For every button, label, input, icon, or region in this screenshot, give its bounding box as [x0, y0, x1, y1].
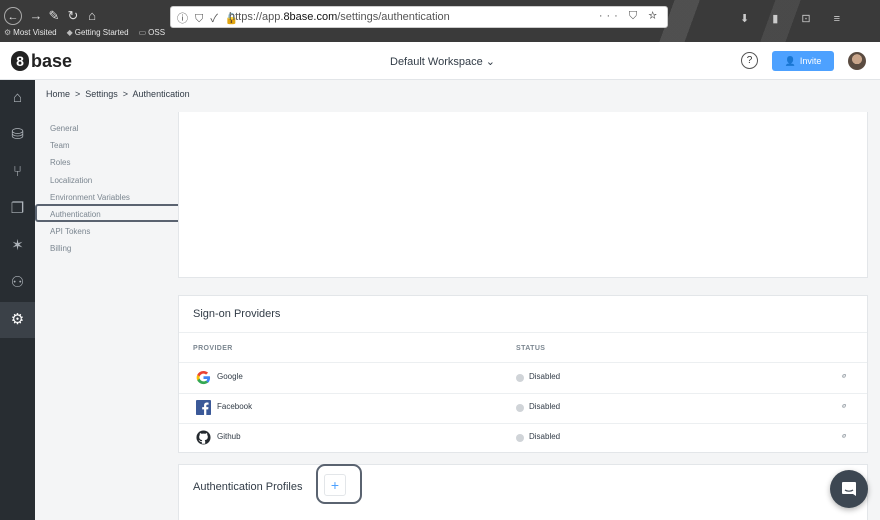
- edit-pencil-icon[interactable]: ✏: [840, 401, 851, 412]
- profiles-title: Authentication Profiles: [193, 481, 303, 493]
- provider-name: Google: [217, 372, 243, 381]
- extension-icons[interactable]: ⬇ ▮ ⊡ ≡: [740, 12, 850, 25]
- authentication-highlight: [35, 204, 183, 222]
- url-bar[interactable]: ⓘ ⛉ ✓ 🔒 https://app.8base.com/settings/a…: [170, 6, 668, 28]
- avatar[interactable]: [848, 52, 866, 70]
- facebook-icon: [196, 400, 211, 415]
- settings-item-roles[interactable]: Roles: [50, 158, 70, 167]
- tools-icon[interactable]: ✎: [45, 7, 63, 25]
- nav-home-icon[interactable]: ⌂: [0, 80, 35, 116]
- workspace-selector[interactable]: Default Workspace ⌄: [390, 55, 495, 68]
- invite-button[interactable]: 👤 Invite: [772, 51, 834, 71]
- settings-item-team[interactable]: Team: [50, 141, 70, 150]
- add-button-highlight: [316, 464, 362, 504]
- nav-environments-icon[interactable]: ❐: [0, 191, 35, 227]
- nav-settings-icon[interactable]: ⚙: [0, 302, 35, 338]
- auth-settings-card: [178, 112, 868, 278]
- app-header: 8 base Default Workspace ⌄ ? 👤 Invite: [0, 42, 880, 80]
- browser-toolbar: ← → ✎ ↻ ⌂ ⓘ ⛉ ✓ 🔒 https://app.8base.com/…: [0, 0, 880, 42]
- google-icon: [196, 370, 211, 385]
- settings-item-localization[interactable]: Localization: [50, 176, 92, 185]
- sign-on-providers-card: Sign-on Providers PROVIDER STATUS Google…: [178, 295, 868, 453]
- col-provider: PROVIDER: [193, 345, 233, 352]
- logo[interactable]: 8 base: [11, 50, 72, 72]
- nav-integrations-icon[interactable]: ✶: [0, 228, 35, 264]
- chat-icon: [842, 482, 856, 496]
- nav-data-icon[interactable]: ⛁: [0, 117, 35, 153]
- bookmark-getting-started[interactable]: ◆ Getting Started: [67, 28, 129, 40]
- settings-item-api-tokens[interactable]: API Tokens: [50, 227, 90, 236]
- status-text: Disabled: [529, 402, 561, 411]
- bookmark-oss[interactable]: ▭ OSS: [139, 28, 165, 40]
- help-icon[interactable]: ?: [741, 52, 758, 69]
- authentication-profiles-card: Authentication Profiles: [178, 464, 868, 520]
- nav-users-icon[interactable]: ⚇: [0, 265, 35, 301]
- bookmark-most-visited[interactable]: ⚙ Most Visited: [4, 28, 57, 40]
- status-dot: [516, 374, 524, 382]
- add-user-icon: 👤: [784, 55, 796, 66]
- table-row[interactable]: Facebook Disabled ✏: [179, 393, 867, 423]
- settings-item-general[interactable]: General: [50, 124, 78, 133]
- status-text: Disabled: [529, 372, 561, 381]
- reload-icon[interactable]: ↻: [64, 7, 82, 25]
- github-icon: [196, 430, 211, 445]
- provider-name: Github: [217, 432, 241, 441]
- left-nav: ⌂ ⛁ ⑂ ❐ ✶ ⚇ ⚙: [0, 80, 35, 520]
- settings-item-billing[interactable]: Billing: [50, 244, 71, 253]
- back-icon[interactable]: ←: [4, 7, 22, 25]
- edit-pencil-icon[interactable]: ✏: [840, 371, 851, 382]
- url-text: https://app.8base.com/settings/authentic…: [229, 11, 450, 23]
- table-row[interactable]: Google Disabled ✏: [179, 363, 867, 393]
- chat-support-button[interactable]: [830, 470, 868, 508]
- bookmarks-bar: ⚙ Most Visited ◆ Getting Started ▭ OSS: [4, 28, 165, 40]
- table-row[interactable]: Github Disabled ✏: [179, 423, 867, 453]
- status-dot: [516, 404, 524, 412]
- home-icon[interactable]: ⌂: [83, 7, 101, 25]
- forward-icon[interactable]: →: [27, 7, 45, 25]
- bookmark-star-icon[interactable]: ··· ⛉ ☆: [599, 10, 661, 23]
- providers-title: Sign-on Providers: [193, 308, 281, 320]
- col-status: STATUS: [516, 345, 546, 352]
- breadcrumb[interactable]: Home > Settings > Authentication: [46, 89, 190, 99]
- settings-item-environment-variables[interactable]: Environment Variables: [50, 193, 130, 202]
- edit-pencil-icon[interactable]: ✏: [840, 431, 851, 442]
- nav-logic-icon[interactable]: ⑂: [0, 154, 35, 190]
- provider-name: Facebook: [217, 402, 253, 411]
- chevron-down-icon: ⌄: [485, 56, 496, 68]
- status-dot: [516, 434, 524, 442]
- status-text: Disabled: [529, 432, 561, 441]
